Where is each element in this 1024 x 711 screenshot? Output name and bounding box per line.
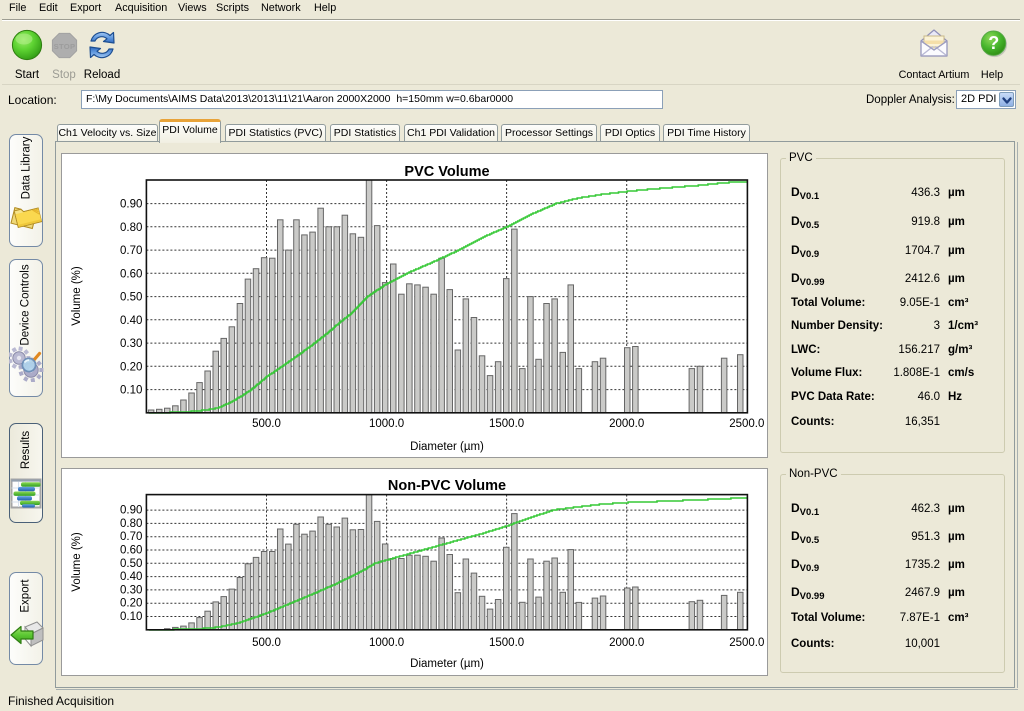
svg-text:1500.0: 1500.0 xyxy=(489,418,524,430)
svg-text:500.0: 500.0 xyxy=(252,418,281,430)
svg-text:500.0: 500.0 xyxy=(252,637,281,649)
svg-text:0.70: 0.70 xyxy=(120,531,142,543)
svg-text:0.40: 0.40 xyxy=(120,315,142,327)
svg-text:0.10: 0.10 xyxy=(120,611,142,623)
svg-text:Diameter (µm): Diameter (µm) xyxy=(410,658,484,670)
svg-text:0.10: 0.10 xyxy=(120,385,142,397)
svg-text:0.90: 0.90 xyxy=(120,199,142,211)
svg-text:STOP: STOP xyxy=(54,42,76,51)
svg-text:0.30: 0.30 xyxy=(120,338,142,350)
svg-text:2000.0: 2000.0 xyxy=(609,418,644,430)
svg-text:?: ? xyxy=(988,33,999,53)
svg-text:Volume (%): Volume (%) xyxy=(71,266,83,326)
svg-text:1500.0: 1500.0 xyxy=(489,637,524,649)
svg-text:0.50: 0.50 xyxy=(120,558,142,570)
svg-text:PVC Volume: PVC Volume xyxy=(404,164,489,180)
svg-text:1000.0: 1000.0 xyxy=(369,637,404,649)
svg-text:2500.0: 2500.0 xyxy=(729,637,764,649)
svg-text:Non-PVC Volume: Non-PVC Volume xyxy=(388,478,506,494)
svg-text:0.60: 0.60 xyxy=(120,545,142,557)
svg-text:0.50: 0.50 xyxy=(120,292,142,304)
svg-text:0.30: 0.30 xyxy=(120,584,142,596)
svg-text:2000.0: 2000.0 xyxy=(609,637,644,649)
svg-text:0.20: 0.20 xyxy=(120,598,142,610)
svg-text:0.80: 0.80 xyxy=(120,222,142,234)
svg-text:0.20: 0.20 xyxy=(120,361,142,373)
svg-text:0.70: 0.70 xyxy=(120,245,142,257)
svg-text:0.60: 0.60 xyxy=(120,268,142,280)
svg-text:2500.0: 2500.0 xyxy=(729,418,764,430)
svg-text:1000.0: 1000.0 xyxy=(369,418,404,430)
svg-text:0.90: 0.90 xyxy=(120,505,142,517)
svg-text:0.80: 0.80 xyxy=(120,518,142,530)
svg-text:0.40: 0.40 xyxy=(120,571,142,583)
svg-text:Volume (%): Volume (%) xyxy=(71,532,83,592)
svg-text:Diameter (µm): Diameter (µm) xyxy=(410,441,484,453)
